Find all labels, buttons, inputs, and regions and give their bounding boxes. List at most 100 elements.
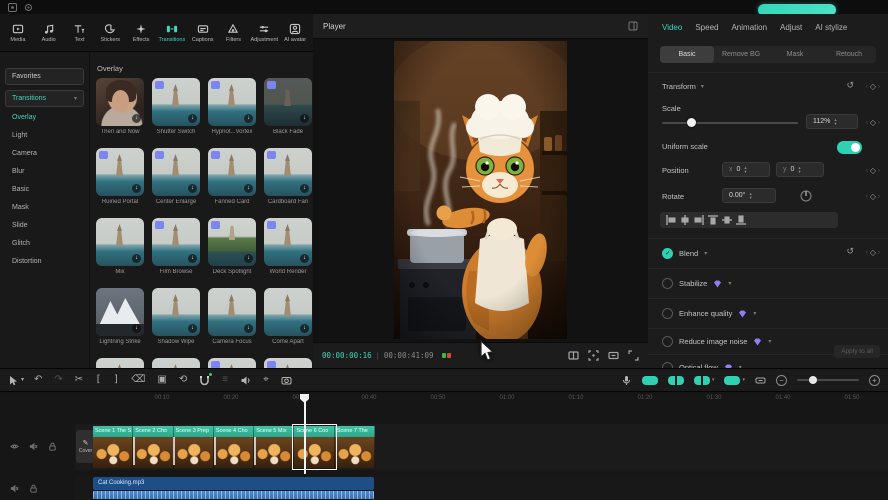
rotate-value-field[interactable]: 0.00° ▴▾ [722, 188, 776, 203]
transition-card[interactable]: ↓ Hypnot...Vortex [208, 78, 256, 135]
lock-track-icon[interactable] [48, 442, 57, 451]
chevron-down-icon[interactable]: ▾ [728, 280, 731, 287]
video-preview[interactable] [394, 41, 567, 339]
align-right-icon[interactable] [694, 215, 704, 225]
timeline-zoom-knob[interactable] [809, 376, 817, 384]
timeline-ruler[interactable]: 00:10 00:20 00:30 00:40 00:50 01:00 01:1… [0, 394, 888, 406]
transition-card[interactable]: ↓ Camera Focus [208, 288, 256, 345]
clip-scene-1[interactable]: Scene 1 The S [93, 426, 133, 468]
sidebar-item-transitions[interactable]: Transitions ▾ [5, 90, 84, 107]
align-middle-vertical-icon[interactable] [722, 215, 732, 225]
zoom-out-icon[interactable]: − [776, 375, 787, 386]
redo-icon[interactable]: ↷ [54, 375, 62, 385]
uniform-scale-toggle[interactable] [837, 141, 862, 154]
freeze-frame-icon[interactable]: ⌖ [263, 375, 269, 385]
transition-marker[interactable] [133, 437, 135, 465]
tab-video[interactable]: Video [662, 23, 682, 32]
position-y-field[interactable]: y 0 ▴▾ [776, 162, 824, 177]
transition-marker[interactable] [173, 437, 175, 465]
toolbar-filters[interactable]: Filters [219, 23, 249, 43]
stepper-icon[interactable]: ▴▾ [749, 192, 751, 200]
toolbar-captions[interactable]: Captions [188, 23, 218, 43]
chevron-down-icon[interactable]: ▾ [753, 310, 756, 317]
snapshot-icon[interactable] [281, 375, 292, 386]
category-distortion[interactable]: Distortion [12, 258, 42, 265]
stepper-icon[interactable]: ▴▾ [744, 166, 746, 174]
clip-scene-5[interactable]: Scene 5 Mix [254, 426, 294, 468]
mirror-preview-icon[interactable] [568, 350, 579, 361]
zoom-in-icon[interactable]: + [869, 375, 880, 386]
keyframe-link-icon[interactable] [642, 376, 658, 385]
toolbar-transitions[interactable]: Transitions [157, 23, 187, 43]
voiceover-mic-icon[interactable] [621, 375, 632, 386]
scale-slider-knob[interactable] [687, 118, 696, 127]
toolbar-stickers[interactable]: Stickers [95, 23, 125, 43]
rotate-keyframe-icon[interactable]: ‹◇› [866, 192, 880, 201]
mute-track-icon[interactable] [10, 484, 19, 493]
audio-waveform[interactable] [93, 491, 374, 499]
transition-card[interactable]: ↓ Center Enlarge [152, 148, 200, 205]
magnet-icon[interactable] [199, 375, 210, 386]
select-tool-caret-icon[interactable]: ▾ [21, 377, 24, 383]
clip-scene-3[interactable]: Scene 3 Prep [174, 426, 214, 468]
clip-scene-2[interactable]: Scene 2 Cho [133, 426, 173, 468]
transition-marker[interactable] [214, 437, 216, 465]
clip-scene-7[interactable]: Scene 7 The [335, 426, 375, 468]
app-menu-icon[interactable] [8, 3, 17, 12]
linked-track-icon[interactable] [724, 376, 740, 385]
category-slide[interactable]: Slide [12, 222, 28, 229]
blend-keyframe-icon[interactable]: ‹◇› [866, 248, 880, 257]
crop-right-icon[interactable]: ] [113, 375, 119, 385]
category-overlay[interactable]: Overlay [12, 114, 36, 121]
chevron-down-icon[interactable]: ▾ [768, 338, 771, 345]
timeline-zoom-slider[interactable] [797, 379, 859, 381]
stepper-icon[interactable]: ▴▾ [834, 118, 836, 126]
hide-track-icon[interactable] [10, 442, 19, 451]
auto-ripple-icon[interactable] [694, 376, 710, 385]
chevron-down-icon[interactable]: ▾ [712, 377, 715, 383]
reverse-icon[interactable]: ⟲ [179, 375, 187, 385]
stabilize-checkbox[interactable] [662, 278, 673, 289]
track-pair-icon[interactable] [668, 376, 684, 385]
crop-left-icon[interactable]: [ [95, 375, 101, 385]
rotate-dial-icon[interactable] [800, 190, 812, 202]
transition-card[interactable]: ↓ Shadow Wipe [152, 288, 200, 345]
scale-value-field[interactable]: 112% ▴▾ [806, 114, 858, 129]
select-tool-icon[interactable] [8, 375, 19, 386]
transition-card[interactable]: ↓ Deck Spotlight [208, 218, 256, 275]
align-center-horizontal-icon[interactable] [680, 215, 690, 225]
chevron-down-icon[interactable]: ▾ [704, 250, 707, 257]
subtab-mask[interactable]: Mask [768, 46, 822, 63]
mute-track-icon[interactable] [29, 442, 38, 451]
player-options-icon[interactable] [628, 21, 638, 31]
scale-keyframe-icon[interactable]: ‹◇› [866, 118, 880, 127]
reduce-noise-checkbox[interactable] [662, 336, 673, 347]
tab-ai-stylize[interactable]: AI stylize [815, 23, 847, 32]
tab-speed[interactable]: Speed [695, 23, 718, 32]
fit-timeline-icon[interactable] [755, 375, 766, 386]
reset-transform-icon[interactable]: ↺ [846, 80, 854, 91]
playhead[interactable] [304, 394, 306, 474]
transition-card[interactable] [152, 358, 200, 368]
category-blur[interactable]: Blur [12, 168, 24, 175]
chevron-down-icon[interactable]: ▾ [742, 377, 745, 383]
transition-card[interactable] [208, 358, 256, 368]
transition-card[interactable]: ↓ Ruined Portal [96, 148, 144, 205]
transition-card[interactable]: ↓ World Render [264, 218, 312, 275]
toolbar-adjustment[interactable]: Adjustment [249, 23, 279, 43]
duplicate-icon[interactable]: ▣ [157, 375, 166, 385]
settings-icon[interactable] [24, 3, 33, 12]
apply-to-all-button[interactable]: Apply to all [834, 345, 880, 358]
delete-icon[interactable]: ⌫ [131, 375, 145, 385]
subtab-basic[interactable]: Basic [660, 46, 714, 63]
category-camera[interactable]: Camera [12, 150, 37, 157]
toolbar-ai-avatar[interactable]: AI avatar [280, 23, 310, 43]
align-top-icon[interactable] [708, 215, 718, 225]
track-options-icon[interactable]: ≡ [222, 375, 228, 385]
transform-keyframe-icon[interactable]: ‹◇› [866, 82, 880, 91]
split-icon[interactable]: ✂ [75, 375, 83, 385]
resolution-icon[interactable] [608, 350, 619, 361]
clip-scene-6-selected[interactable]: Scene 6 Coo [294, 426, 334, 468]
tab-animation[interactable]: Animation [731, 23, 767, 32]
transition-card[interactable]: ↓ Film Browse [152, 218, 200, 275]
